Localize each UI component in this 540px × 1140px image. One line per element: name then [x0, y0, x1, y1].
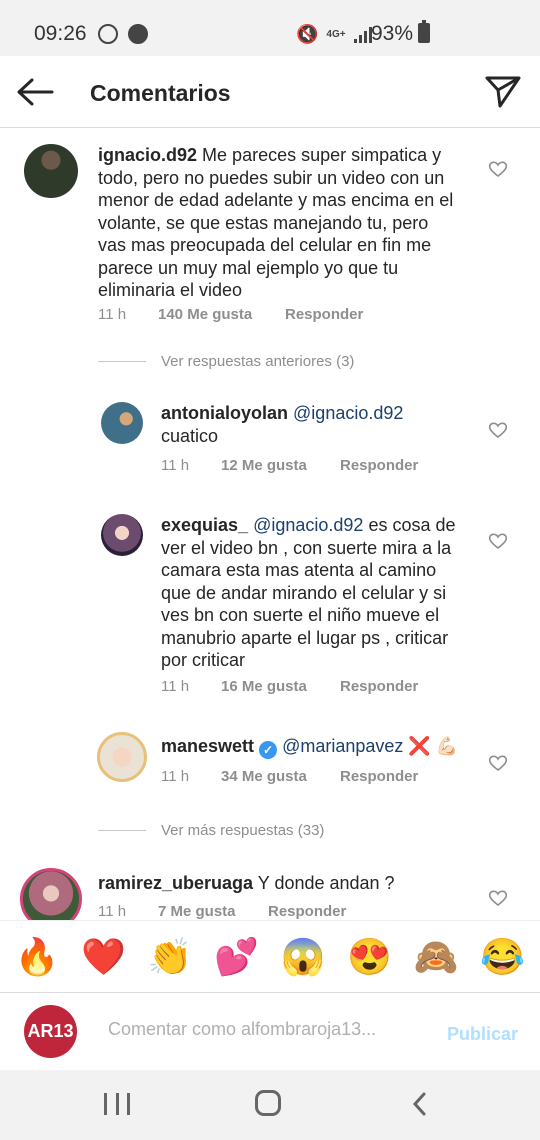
reply-button[interactable]: Responder — [268, 903, 346, 920]
comment-body: Y donde andan ? — [257, 873, 395, 893]
comment-time: 11 h — [98, 903, 127, 920]
comment-input[interactable] — [108, 1019, 418, 1040]
system-nav-bar — [0, 1070, 540, 1140]
scream-emoji[interactable]: 😱 — [281, 936, 326, 977]
comment-username[interactable]: ramirez_uberuaga — [98, 873, 253, 893]
recent-apps-icon[interactable] — [104, 1093, 130, 1115]
comment: ramirez_uberuaga Y donde andan ? 11 h 7 … — [0, 0, 540, 920]
comment-composer: AR13 Publicar — [0, 992, 540, 1070]
avatar[interactable] — [20, 868, 82, 920]
heart-emoji[interactable]: ❤️ — [81, 936, 126, 977]
own-avatar: AR13 — [24, 1005, 77, 1058]
see-no-evil-emoji[interactable]: 🙈 — [414, 936, 459, 977]
home-icon[interactable] — [255, 1090, 281, 1116]
joy-emoji[interactable]: 😂 — [480, 936, 525, 977]
comment-meta: 11 h 7 Me gusta Responder — [98, 903, 346, 920]
two-hearts-emoji[interactable]: 💕 — [214, 936, 259, 977]
fire-emoji[interactable]: 🔥 — [15, 936, 60, 977]
clap-emoji[interactable]: 👏 — [148, 936, 193, 977]
back-chevron-icon[interactable] — [410, 1092, 430, 1116]
heart-eyes-emoji[interactable]: 😍 — [347, 936, 392, 977]
like-heart-icon[interactable] — [488, 889, 508, 907]
comment-likes[interactable]: 7 Me gusta — [158, 903, 268, 920]
publish-button[interactable]: Publicar — [447, 1024, 518, 1045]
emoji-quick-bar: 🔥 ❤️ 👏 💕 😱 😍 🙈 😂 — [0, 920, 540, 992]
comment-text: ramirez_uberuaga Y donde andan ? — [98, 872, 458, 895]
